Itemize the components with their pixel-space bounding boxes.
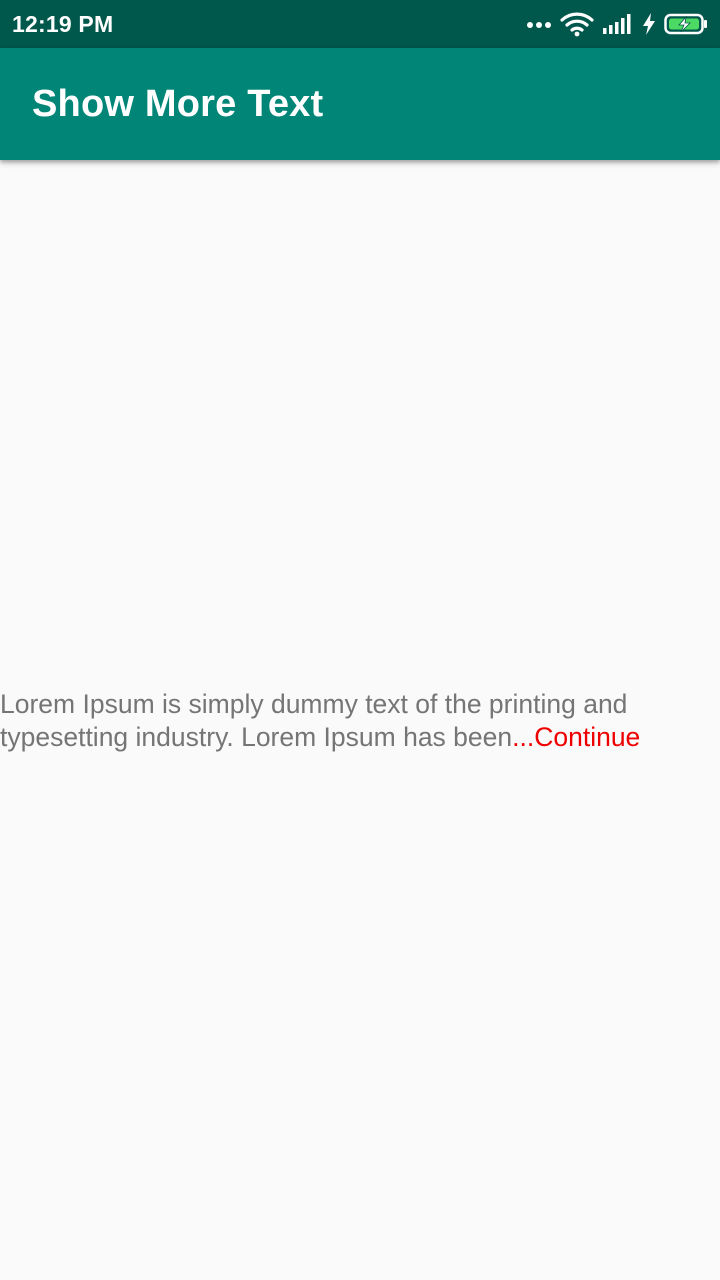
app-bar: Show More Text [0,48,720,160]
more-dots-icon [526,19,552,29]
status-icons [526,11,708,37]
signal-icon [602,13,634,35]
content-area: Lorem Ipsum is simply dummy text of the … [0,160,720,1280]
wifi-icon [560,11,594,37]
status-bar: 12:19 PM [0,0,720,48]
continue-link[interactable]: ...Continue [512,722,640,752]
expandable-text: Lorem Ipsum is simply dummy text of the … [0,688,700,754]
status-time: 12:19 PM [12,10,114,37]
battery-icon [664,13,708,35]
charging-bolt-icon [642,13,656,35]
app-title: Show More Text [32,82,324,125]
